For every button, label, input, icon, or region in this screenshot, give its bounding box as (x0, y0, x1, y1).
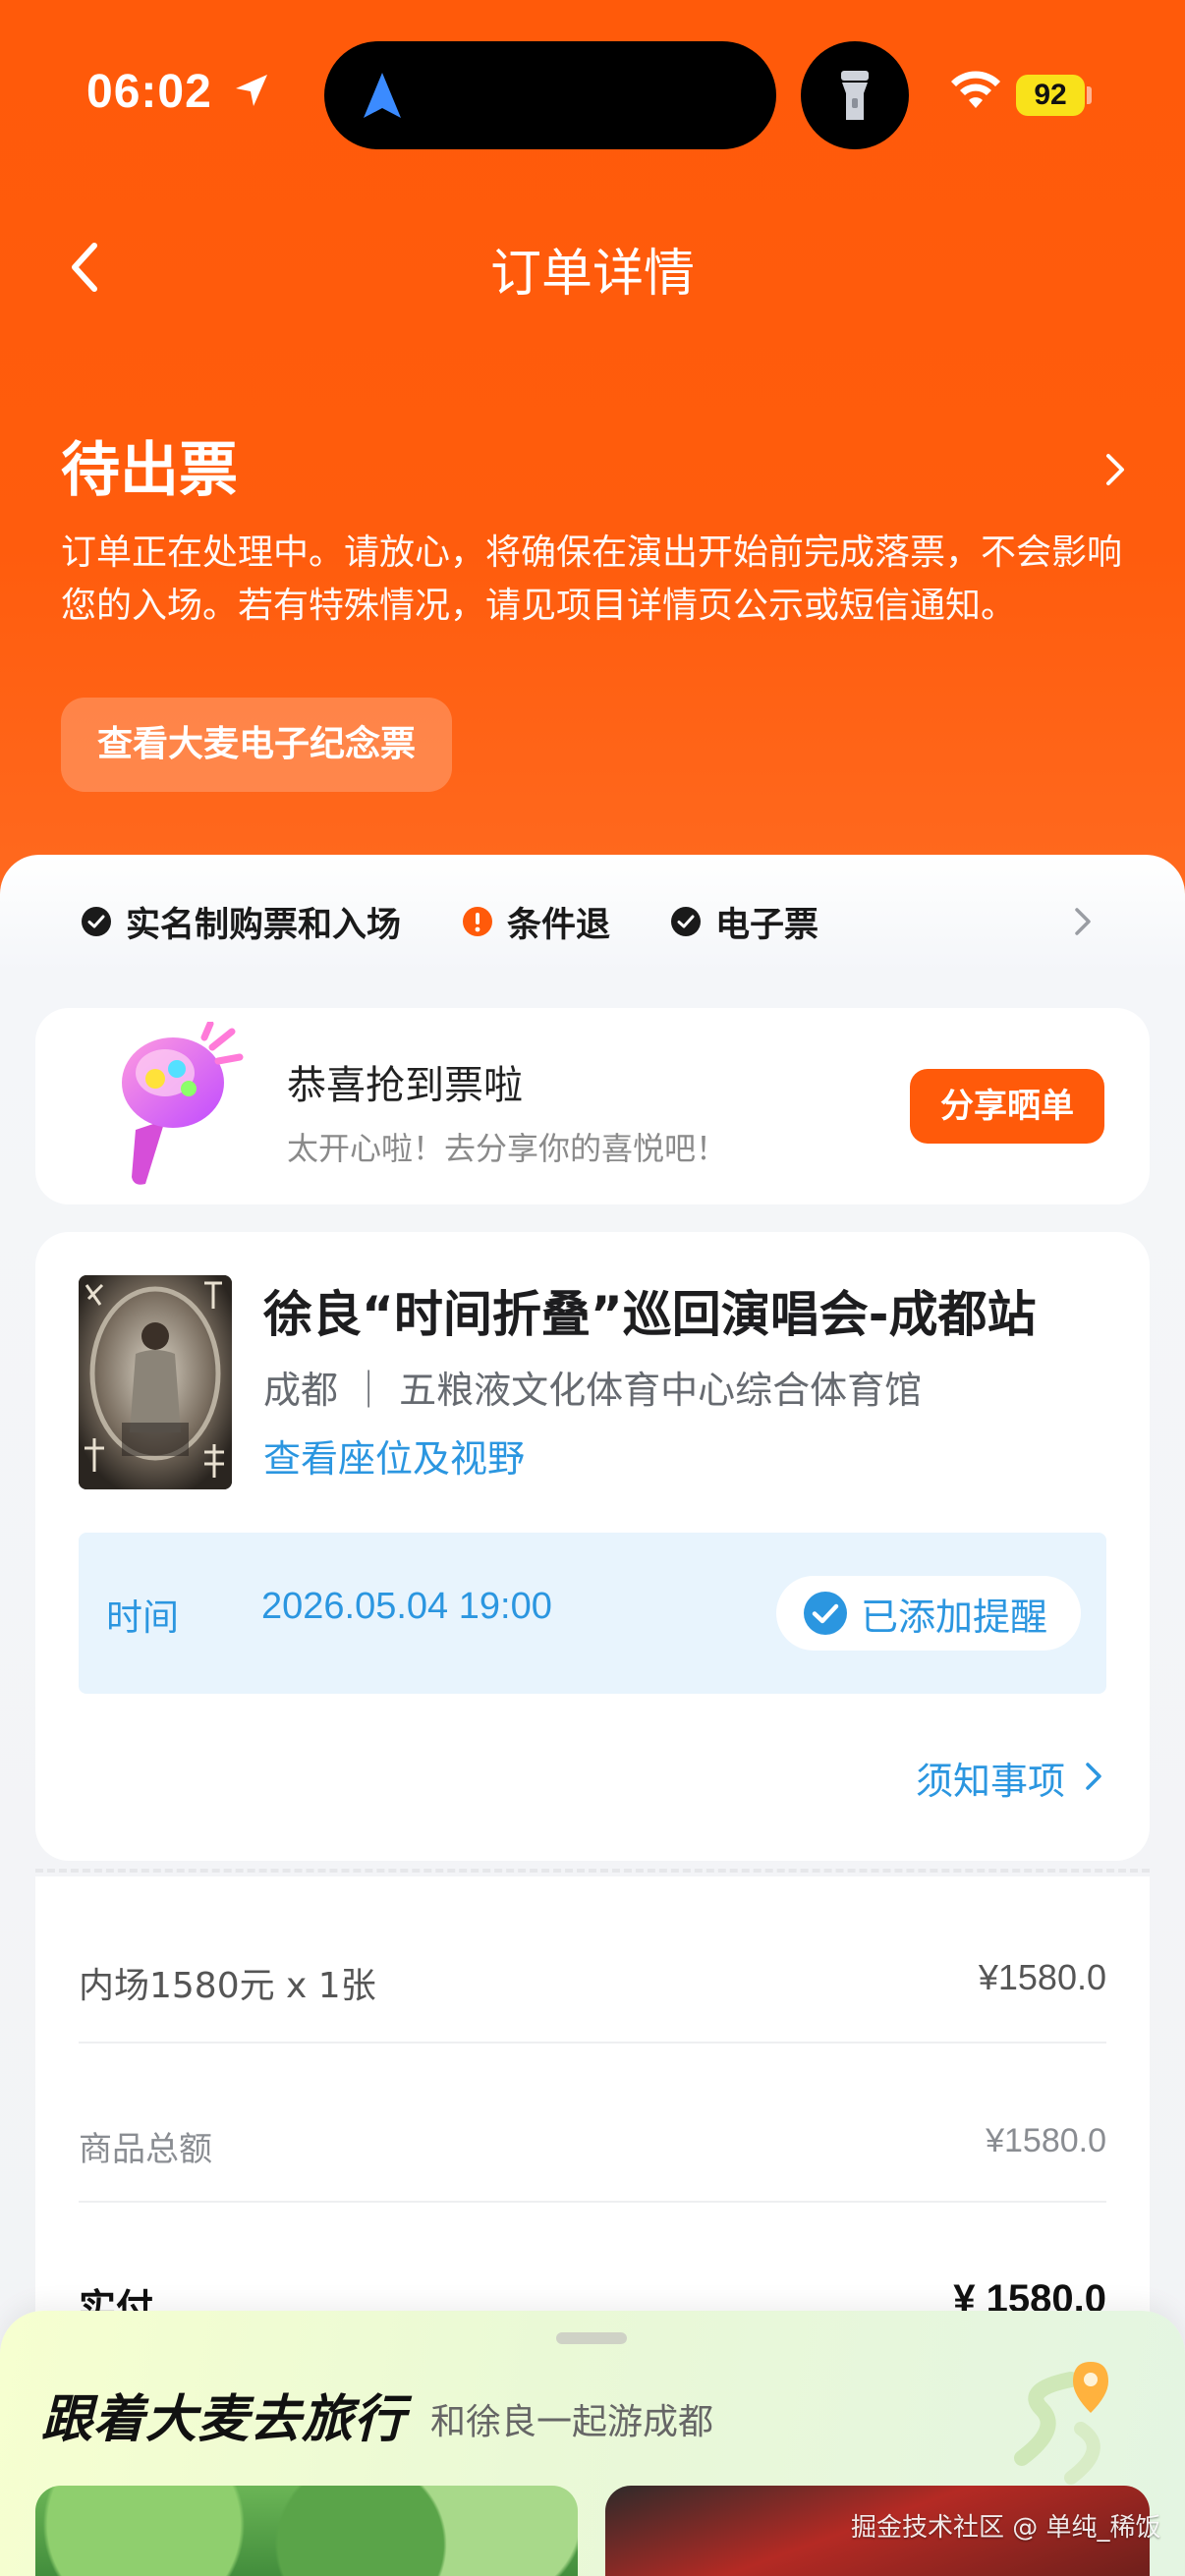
order-status-title[interactable]: 待出票 (61, 422, 238, 508)
tag-label: 实名制购票和入场 (126, 905, 402, 945)
poster-image (79, 1275, 232, 1489)
map-pin-decoration-icon (1014, 2362, 1108, 2485)
tag-real-name: 实名制购票和入场 (81, 900, 401, 945)
mascot-lightstick-icon (122, 1022, 244, 1185)
flashlight-indicator (801, 41, 909, 149)
ticket-policy-tags[interactable]: 实名制购票和入场 条件退 电子票 (0, 855, 1185, 982)
travel-photo-left[interactable] (35, 2486, 578, 2576)
tag-label: 条件退 (507, 905, 611, 945)
event-card: 徐良“时间折叠”巡回演唱会-成都站 成都 ｜ 五粮液文化体育中心综合体育馆 查看… (35, 1232, 1150, 1861)
location-arrow-icon (236, 75, 267, 106)
battery-tip (1087, 86, 1092, 104)
event-venue: 成都 ｜ 五粮液文化体育中心综合体育馆 (263, 1369, 923, 1412)
congrats-card: 恭喜抢到票啦 太开心啦！去分享你的喜悦吧！ 分享晒单 (35, 1008, 1150, 1204)
total-label: 商品总额 (79, 2130, 212, 2169)
divider (79, 2201, 1106, 2203)
check-circle-icon (671, 907, 701, 936)
travel-subtitle: 和徐良一起游成都 (430, 2402, 714, 2442)
tag-conditional-refund: 条件退 (462, 900, 610, 945)
perforation-divider (35, 1869, 1150, 1873)
check-circle-icon (82, 907, 111, 936)
exclamation-circle-icon (463, 907, 492, 936)
watermark: 掘金技术社区 @ 单纯_稀饭 (851, 2513, 1161, 2543)
dynamic-island (324, 41, 776, 149)
notice-link[interactable]: 须知事项 (916, 1751, 1065, 1805)
divider (79, 2042, 1106, 2044)
view-souvenir-ticket-button[interactable]: 查看大麦电子纪念票 (61, 698, 452, 792)
reminder-label: 已添加提醒 (861, 1595, 1048, 1639)
ticket-item-value: ¥1580.0 (978, 1957, 1106, 1997)
event-title[interactable]: 徐良“时间折叠”巡回演唱会-成都站 (263, 1275, 1036, 1346)
navigation-arrow-icon (364, 73, 401, 118)
status-time: 06:02 (86, 66, 212, 118)
wifi-icon (951, 71, 1000, 108)
congrats-title: 恭喜抢到票啦 (287, 1063, 523, 1108)
time-value: 2026.05.04 19:00 (261, 1586, 552, 1627)
share-button[interactable]: 分享晒单 (910, 1069, 1104, 1144)
tag-label: 电子票 (715, 905, 819, 945)
page-title: 订单详情 (489, 245, 695, 304)
reminder-button[interactable]: 已添加提醒 (776, 1576, 1081, 1651)
status-bar: 06:02 92 (0, 0, 1185, 187)
event-time-box: 时间 2026.05.04 19:00 已添加提醒 (79, 1533, 1106, 1694)
chevron-right-icon[interactable] (1100, 450, 1130, 489)
travel-title: 跟着大麦去旅行 (41, 2390, 407, 2449)
tag-e-ticket: 电子票 (670, 900, 818, 945)
congrats-subtitle: 太开心啦！去分享你的喜悦吧！ (287, 1130, 728, 1167)
order-status-description: 订单正在处理中。请放心，将确保在演出开始前完成落票，不会影响您的入场。若有特殊情… (61, 532, 1123, 626)
time-label: 时间 (106, 1596, 179, 1639)
event-poster[interactable] (79, 1275, 232, 1489)
flashlight-icon (841, 71, 869, 120)
sheet-grabber[interactable] (556, 2332, 627, 2344)
chevron-right-icon[interactable] (1071, 904, 1095, 939)
view-seat-link[interactable]: 查看座位及视野 (263, 1428, 525, 1483)
total-value: ¥1580.0 (986, 2122, 1106, 2159)
check-circle-icon (804, 1592, 847, 1635)
battery-indicator: 92 (1016, 75, 1085, 116)
ticket-item-label: 内场1580元 x 1张 (79, 1966, 376, 2006)
order-detail-screen: 06:02 92 订单详情 待出票 订单正在处理中。请放心，将确保在演出开始前完… (0, 0, 1185, 2576)
chevron-right-icon[interactable] (1083, 1759, 1104, 1794)
